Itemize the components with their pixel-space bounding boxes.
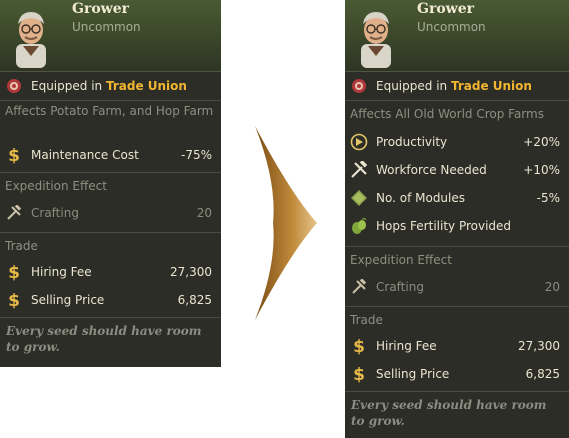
trade-row: $ Selling Price 6,825 (345, 360, 569, 388)
expedition-value: 20 (196, 206, 212, 220)
svg-text:$: $ (8, 146, 20, 164)
svg-text:$: $ (353, 365, 365, 383)
productivity-gauge-icon (350, 133, 368, 151)
expedition-label: Crafting (31, 206, 79, 220)
expedition-label: Crafting (376, 280, 424, 294)
equipped-building: Trade Union (450, 79, 532, 93)
expedition-value: 20 (544, 280, 560, 294)
expedition-section-title: Expedition Effect (5, 179, 107, 193)
hops-icon (350, 217, 368, 235)
effect-row: Productivity +20% (345, 128, 569, 156)
coin-icon: $ (5, 146, 23, 164)
selling-price-value: 6,825 (525, 367, 560, 381)
svg-text:$: $ (8, 291, 20, 309)
expedition-row: Crafting 20 (0, 199, 221, 227)
effect-row: Hops Fertility Provided (345, 212, 569, 240)
crafting-tools-icon (350, 278, 368, 296)
svg-text:$: $ (353, 337, 365, 355)
coin-icon: $ (350, 365, 368, 383)
effect-label: Productivity (376, 135, 448, 149)
affects-text: Affects Potato Farm, and Hop Farm (5, 104, 214, 118)
transition-arrow-icon (255, 126, 317, 320)
expedition-row: Crafting 20 (345, 273, 569, 301)
effect-label: Maintenance Cost (31, 148, 139, 162)
svg-text:$: $ (8, 263, 20, 281)
tooltip-header: Grower Uncommon (345, 0, 569, 72)
effect-row: Workforce Needed +10% (345, 156, 569, 184)
effect-label: No. of Modules (376, 191, 466, 205)
effect-value: +20% (523, 135, 560, 149)
flavor-quote: Every seed should have room to grow. (6, 324, 202, 354)
flavor-quote: Every seed should have room to grow. (351, 398, 547, 428)
selling-price-label: Selling Price (376, 367, 450, 381)
equipped-prefix: Equipped in (31, 79, 103, 93)
crafting-tools-icon (5, 204, 23, 222)
rarity-label: Uncommon (72, 20, 141, 34)
effect-value: -5% (536, 191, 560, 205)
item-tooltip-before: Grower Uncommon Equipped in Trade Union … (0, 0, 221, 367)
trade-row: $ Selling Price 6,825 (0, 286, 221, 314)
trade-union-icon (350, 77, 368, 95)
affects-text: Affects All Old World Crop Farms (350, 107, 544, 121)
effect-label: Workforce Needed (376, 163, 487, 177)
selling-price-label: Selling Price (31, 293, 105, 307)
effect-label: Hops Fertility Provided (376, 219, 512, 233)
effect-value: +10% (523, 163, 560, 177)
selling-price-value: 6,825 (177, 293, 212, 307)
coin-icon: $ (350, 337, 368, 355)
hiring-fee-label: Hiring Fee (376, 339, 437, 353)
trade-union-icon (5, 77, 23, 95)
equipped-building: Trade Union (105, 79, 187, 93)
module-tile-icon (350, 189, 368, 207)
item-tooltip-after: Grower Uncommon Equipped in Trade Union … (345, 0, 569, 438)
trade-section-title: Trade (350, 313, 383, 327)
equipped-prefix: Equipped in (376, 79, 448, 93)
hiring-fee-label: Hiring Fee (31, 265, 92, 279)
equipped-row: Equipped in Trade Union (0, 72, 221, 100)
rarity-label: Uncommon (417, 20, 486, 34)
effect-value: -75% (180, 148, 212, 162)
effect-row: No. of Modules -5% (345, 184, 569, 212)
trade-row: $ Hiring Fee 27,300 (0, 258, 221, 286)
grower-portrait (361, 12, 391, 68)
hiring-fee-value: 27,300 (518, 339, 560, 353)
trade-row: $ Hiring Fee 27,300 (345, 332, 569, 360)
specialist-name: Grower (72, 1, 130, 17)
effect-row: $ Maintenance Cost -75% (0, 141, 221, 169)
coin-icon: $ (5, 291, 23, 309)
hiring-fee-value: 27,300 (170, 265, 212, 279)
grower-portrait (16, 12, 46, 68)
workforce-tools-icon (350, 161, 368, 179)
coin-icon: $ (5, 263, 23, 281)
trade-section-title: Trade (5, 239, 38, 253)
specialist-name: Grower (417, 1, 475, 17)
tooltip-header: Grower Uncommon (0, 0, 221, 72)
equipped-row: Equipped in Trade Union (345, 72, 569, 100)
expedition-section-title: Expedition Effect (350, 253, 452, 267)
